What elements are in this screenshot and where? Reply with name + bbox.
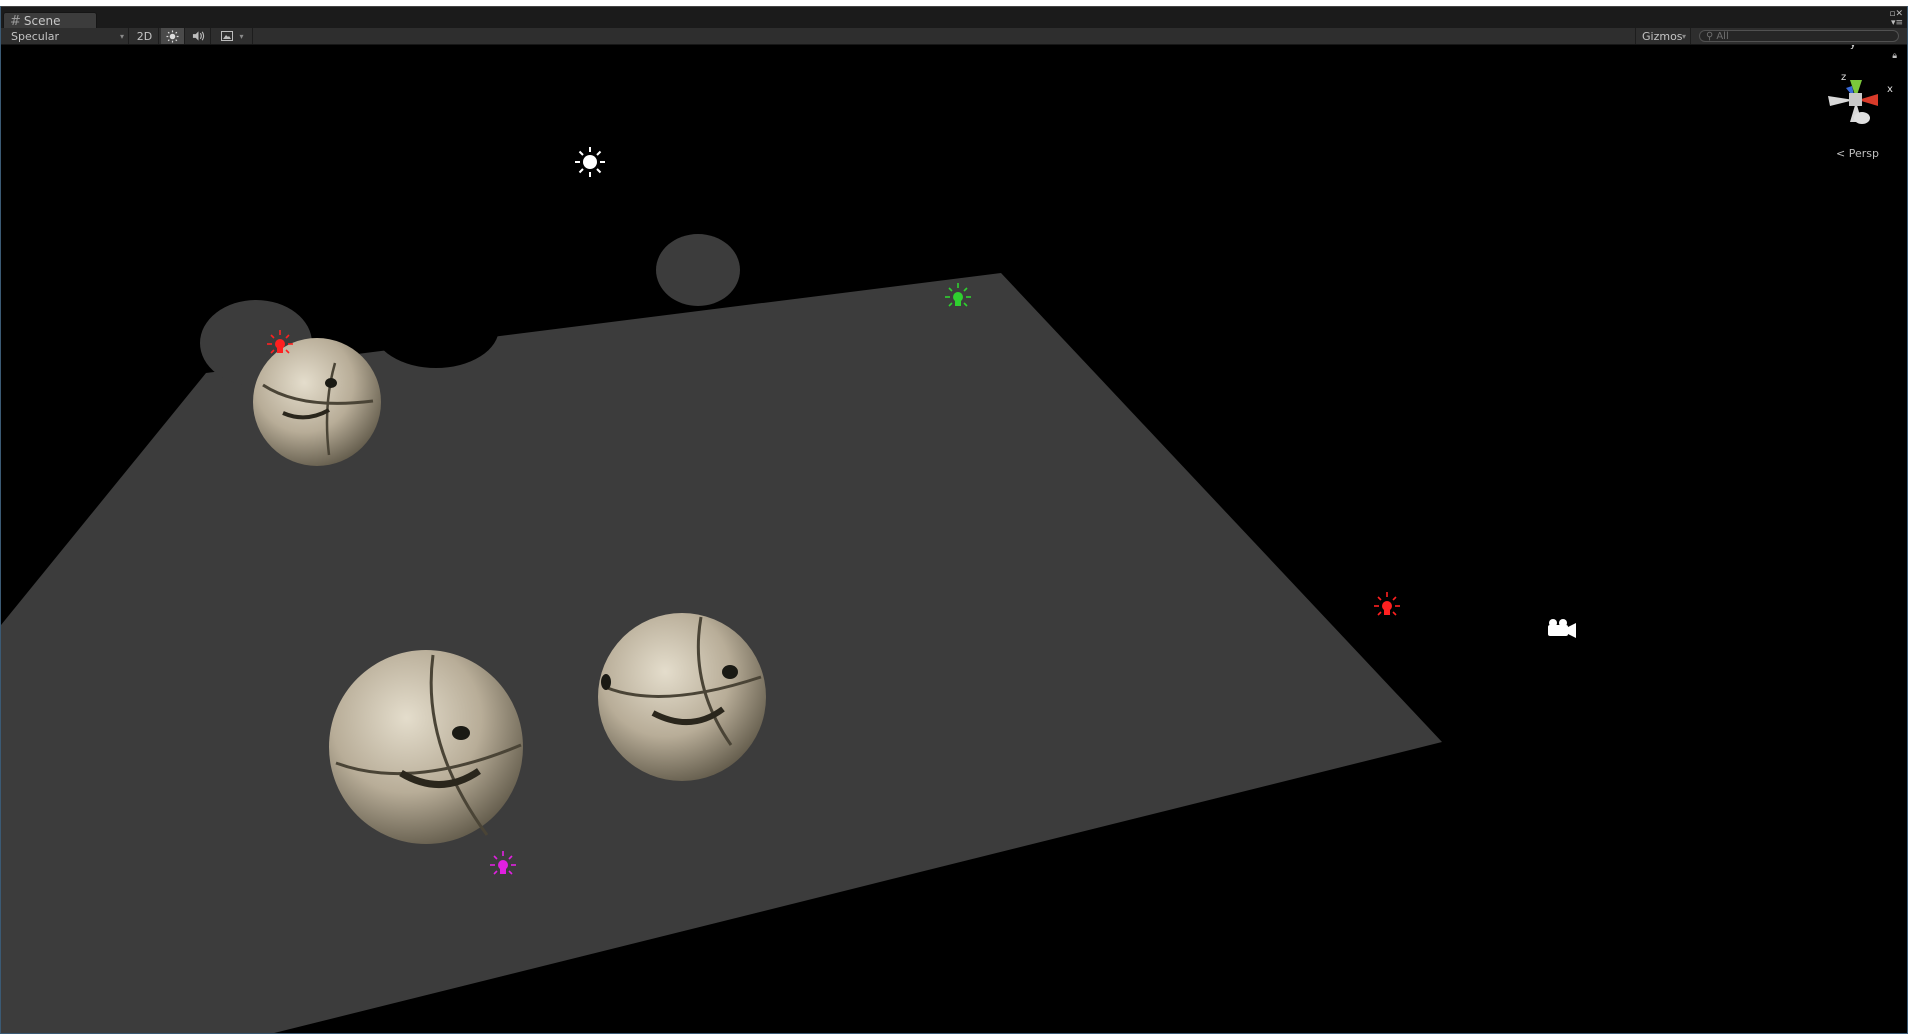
effects-dropdown[interactable]: ▾ — [213, 28, 253, 44]
stone-sphere[interactable] — [598, 613, 766, 781]
scene-viewport[interactable]: y z x 🔒︎ < Persp — [1, 45, 1907, 1033]
search-placeholder: All — [1716, 30, 1729, 42]
scene-grid-icon: # — [10, 13, 21, 29]
gizmos-label: Gizmos — [1642, 29, 1683, 43]
gizmo-x-label: x — [1887, 84, 1893, 95]
tab-label: Scene — [23, 14, 61, 28]
tab-bar: # Scene ▫✕ ▾≡ — [1, 6, 1907, 29]
search-icon: ⚲ — [1706, 30, 1714, 42]
point-light-red-icon[interactable] — [1374, 592, 1400, 616]
gizmos-dropdown[interactable]: Gizmos ▾ — [1635, 28, 1691, 44]
projection-label: Persp — [1848, 147, 1879, 160]
stone-sphere[interactable] — [329, 650, 523, 844]
shadow-bump — [656, 234, 740, 306]
perspective-icon: < — [1836, 147, 1846, 160]
menu-icon[interactable]: ▾≡ — [1891, 19, 1903, 28]
directional-light-icon[interactable] — [575, 147, 605, 177]
sun-icon — [166, 29, 179, 43]
scene-toolbar: Specular ▾ 2D ▾ Gizmos ▾ ⚲ All — [1, 28, 1907, 45]
image-icon — [221, 31, 234, 41]
chevron-down-icon: ▾ — [119, 32, 124, 41]
speaker-icon — [192, 31, 205, 41]
tab-scene[interactable]: # Scene — [3, 12, 97, 29]
chevron-down-icon: ▾ — [239, 31, 244, 41]
2d-toggle-button[interactable]: 2D — [131, 28, 159, 44]
shadow-notch — [373, 288, 499, 368]
stone-sphere[interactable] — [253, 338, 381, 466]
gizmo-z-label: z — [1841, 72, 1847, 83]
lighting-toggle-button[interactable] — [161, 28, 185, 44]
audio-toggle-button[interactable] — [187, 28, 211, 44]
camera-icon[interactable] — [1548, 619, 1576, 638]
projection-toggle[interactable]: < Persp — [1836, 147, 1879, 160]
scene-canvas — [1, 80, 1878, 1033]
scene-window: # Scene ▫✕ ▾≡ Specular ▾ 2D ▾ Gizmos ▾ ⚲… — [0, 6, 1908, 1034]
gizmo-y-label: y — [1850, 45, 1856, 50]
render-mode-label: Specular — [11, 29, 60, 43]
chevron-down-icon: ▾ — [1681, 32, 1686, 41]
2d-label: 2D — [136, 29, 153, 43]
orientation-gizmo[interactable] — [1828, 80, 1878, 124]
search-input[interactable]: ⚲ All — [1699, 30, 1899, 42]
render-mode-dropdown[interactable]: Specular ▾ — [1, 28, 129, 44]
lock-icon[interactable]: 🔒︎ — [1892, 51, 1897, 61]
window-controls: ▫✕ ▾≡ — [1889, 10, 1903, 28]
